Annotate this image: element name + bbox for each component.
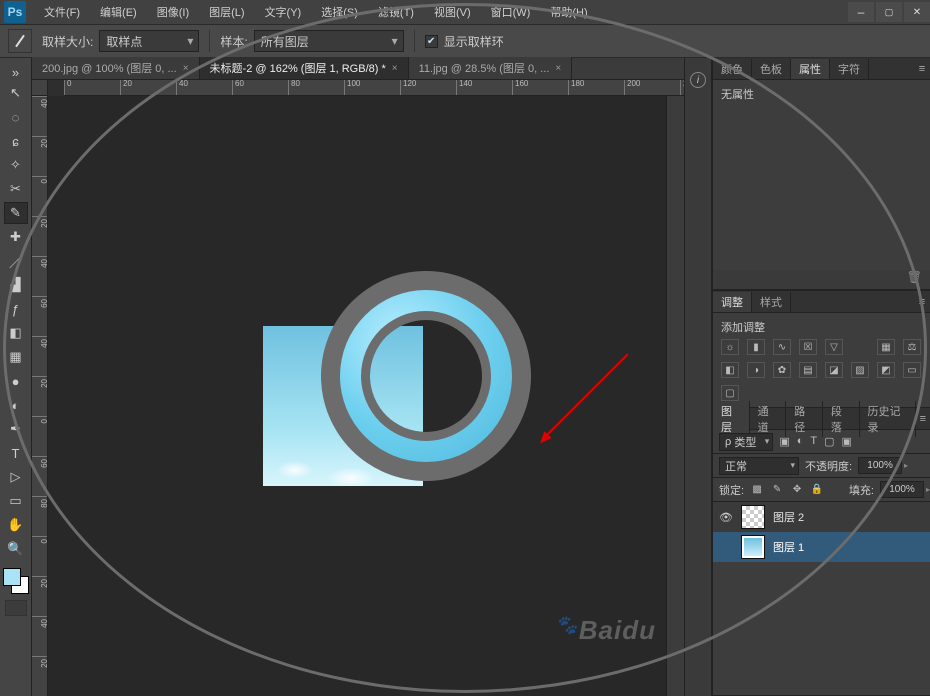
layers-panel: 图层 通道 路径 段落 历史记录 ρ 类型 ▣ ◐ T ▢ ▣ bbox=[713, 408, 930, 696]
menu-type[interactable]: 文字(Y) bbox=[255, 0, 312, 24]
marquee-tool[interactable]: ◌ bbox=[4, 106, 28, 128]
document-tab[interactable]: 200.jpg @ 100% (图层 0, ...× bbox=[32, 57, 200, 79]
toolbox-collapse-icon[interactable]: » bbox=[4, 64, 28, 80]
current-tool-indicator[interactable] bbox=[8, 29, 32, 53]
layer-list: 👁 图层 2 图层 1 bbox=[713, 502, 930, 562]
menu-layer[interactable]: 图层(L) bbox=[199, 0, 254, 24]
layer-thumbnail[interactable] bbox=[741, 535, 765, 559]
panel-menu-icon[interactable] bbox=[914, 63, 930, 75]
move-tool[interactable]: ↖ bbox=[4, 82, 28, 104]
app-logo: Ps bbox=[4, 1, 26, 23]
hand-tool[interactable]: ✋ bbox=[4, 514, 28, 536]
document-tab-label: 200.jpg @ 100% (图层 0, ... bbox=[42, 60, 177, 76]
zoom-tool[interactable]: 🔍 bbox=[4, 538, 28, 560]
ruler-origin[interactable] bbox=[32, 80, 48, 96]
panel-tab-character[interactable]: 字符 bbox=[830, 59, 869, 79]
magic-wand-tool[interactable]: ✧ bbox=[4, 154, 28, 176]
window-controls bbox=[846, 2, 930, 22]
right-panels: 颜色 色板 属性 字符 无属性 🗑 调整 样式 添加调整 ☼ ▮ bbox=[712, 58, 930, 696]
layer-thumbnail[interactable] bbox=[741, 505, 765, 529]
window-minimize-button[interactable] bbox=[848, 2, 874, 22]
eyedropper-icon bbox=[19, 34, 21, 48]
foreground-color-swatch[interactable] bbox=[3, 568, 21, 586]
lasso-tool[interactable]: ɕ bbox=[4, 130, 28, 152]
menu-image[interactable]: 图像(I) bbox=[147, 0, 199, 24]
panel-tab-swatches[interactable]: 色板 bbox=[752, 59, 791, 79]
path-select-tool[interactable]: ▷ bbox=[4, 466, 28, 488]
menu-file[interactable]: 文件(F) bbox=[34, 0, 90, 24]
color-swatches[interactable] bbox=[3, 568, 29, 594]
crop-tool[interactable]: ✂ bbox=[4, 178, 28, 200]
separator bbox=[209, 30, 210, 52]
eyedropper-tool[interactable]: ✎ bbox=[4, 202, 28, 224]
shape-tool[interactable]: ▭ bbox=[4, 490, 28, 512]
panel-tab-properties[interactable]: 属性 bbox=[791, 59, 830, 79]
window-close-button[interactable] bbox=[904, 2, 930, 22]
sample-size-combo[interactable]: 取样点 bbox=[99, 30, 199, 52]
window-maximize-button[interactable] bbox=[876, 2, 902, 22]
menu-edit[interactable]: 编辑(E) bbox=[90, 0, 147, 24]
quick-mask-toggle[interactable] bbox=[5, 600, 27, 616]
sample-size-label: 取样大小: bbox=[42, 33, 93, 50]
layer-row[interactable]: 👁 图层 2 bbox=[713, 502, 930, 532]
